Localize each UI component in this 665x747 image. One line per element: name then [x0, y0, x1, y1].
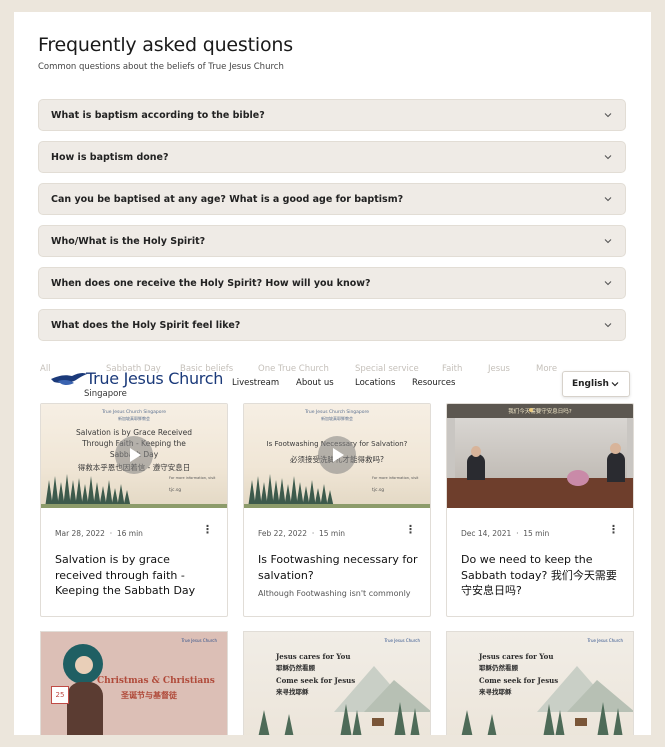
video-meta: Feb 22, 2022 · 15 min — [258, 529, 346, 538]
thumb-banner-text: 我们今天需要守安息日吗? — [508, 409, 572, 415]
faq-list: What is baptism according to the bible? … — [38, 99, 626, 351]
faq-question: Can you be baptised at any age? What is … — [51, 193, 404, 205]
video-meta: Dec 14, 2021 · 15 min — [461, 529, 550, 538]
video-card[interactable]: True Jesus Church Singapore 新加坡真耶稣教会 Sal… — [40, 403, 228, 617]
play-icon[interactable] — [115, 436, 153, 474]
mountain-forest-illustration — [258, 666, 430, 735]
faq-item-baptism-done[interactable]: How is baptism done? — [38, 141, 626, 173]
video-card[interactable]: True Jesus Church Jesus cares for You 耶稣… — [446, 631, 634, 735]
thumb-org: True Jesus Church Singapore — [304, 410, 370, 415]
thumb-org-cn: 新加坡真耶稣教会 — [321, 416, 353, 421]
video-date: Mar 28, 2022 — [55, 529, 105, 538]
video-description: Although Footwashing isn't commonly — [258, 589, 411, 598]
thumb-title-cn: 圣诞节与基督徒 — [121, 690, 177, 700]
play-icon[interactable] — [318, 436, 356, 474]
video-date: Feb 22, 2022 — [258, 529, 308, 538]
video-card[interactable]: True Jesus Church Singapore 新加坡真耶稣教会 Is … — [243, 403, 431, 617]
thumb-brand: True Jesus Church — [384, 638, 420, 643]
thumb-brand: True Jesus Church — [587, 638, 623, 643]
person-head — [610, 443, 621, 454]
video-duration: 15 min — [523, 529, 550, 538]
thumb-org: True Jesus Church Singapore — [101, 410, 167, 415]
dove-logo-icon[interactable] — [50, 370, 88, 390]
video-thumbnail[interactable]: 我们今天需要守安息日吗? — [447, 404, 633, 508]
faq-subtitle: Common questions about the beliefs of Tr… — [38, 62, 284, 72]
thumb-brand: True Jesus Church — [181, 638, 217, 643]
faq-question: What is baptism according to the bible? — [51, 109, 265, 121]
thumb-org-cn: 新加坡真耶稣教会 — [118, 416, 150, 421]
logo-text[interactable]: True Jesus Church — [86, 369, 223, 388]
chevron-down-icon — [604, 155, 612, 160]
thumb-title: Christmas & Christians — [97, 676, 215, 686]
video-duration: 15 min — [318, 529, 346, 538]
more-vertical-icon[interactable]: ⋮ — [608, 524, 619, 535]
video-title[interactable]: Salvation is by grace received through f… — [55, 552, 217, 599]
nav-link-resources[interactable]: Resources — [412, 378, 455, 388]
video-meta: Mar 28, 2022 · 16 min — [55, 529, 143, 538]
chevron-down-icon — [604, 113, 612, 118]
video-thumbnail[interactable]: True Jesus Church Singapore 新加坡真耶稣教会 Sal… — [41, 404, 227, 508]
video-card[interactable]: True Jesus Church Jesus cares for You 耶稣… — [243, 631, 431, 735]
faq-item-holy-spirit-feel[interactable]: What does the Holy Spirit feel like? — [38, 309, 626, 341]
person-standing — [607, 452, 625, 482]
page: Frequently asked questions Common questi… — [14, 12, 651, 735]
nav-bar: True Jesus Church Singapore Livestream A… — [14, 367, 651, 403]
mountain-forest-illustration — [461, 666, 633, 735]
calendar-icon: 25 — [51, 686, 69, 704]
faq-question: Who/What is the Holy Spirit? — [51, 235, 206, 247]
chevron-down-icon — [604, 197, 612, 202]
video-title[interactable]: Do we need to keep the Sabbath today? 我们… — [461, 552, 623, 599]
faq-question: When does one receive the Holy Spirit? H… — [51, 277, 371, 289]
person-head — [471, 446, 481, 457]
more-vertical-icon[interactable]: ⋮ — [405, 524, 416, 535]
language-select[interactable]: English — [562, 371, 630, 397]
faq-item-baptism-bible[interactable]: What is baptism according to the bible? — [38, 99, 626, 131]
faq-question: What does the Holy Spirit feel like? — [51, 319, 241, 331]
faq-item-receive-holy-spirit[interactable]: When does one receive the Holy Spirit? H… — [38, 267, 626, 299]
nav-link-about-us[interactable]: About us — [296, 378, 334, 388]
chevron-down-icon — [611, 382, 619, 387]
chevron-down-icon — [604, 239, 612, 244]
nav-link-livestream[interactable]: Livestream — [232, 378, 279, 388]
nav-link-locations[interactable]: Locations — [355, 378, 395, 388]
chevron-down-icon — [604, 323, 612, 328]
video-duration: 16 min — [116, 529, 143, 538]
person-seated — [467, 454, 485, 480]
video-title[interactable]: Is Footwashing necessary for salvation? — [258, 552, 420, 583]
chevron-down-icon — [604, 281, 612, 286]
video-date: Dec 14, 2021 — [461, 529, 512, 538]
faq-question: How is baptism done? — [51, 151, 169, 163]
video-card[interactable]: True Jesus Church 25 Christmas & Christi… — [40, 631, 228, 735]
person-face — [75, 656, 93, 674]
faq-title: Frequently asked questions — [38, 34, 293, 56]
faq-item-baptism-age[interactable]: Can you be baptised at any age? What is … — [38, 183, 626, 215]
language-label: English — [572, 379, 609, 389]
video-card[interactable]: 我们今天需要守安息日吗? Dec 14, 2021 · 15 min ⋮ Do … — [446, 403, 634, 617]
pulpit-area — [447, 478, 633, 508]
logo-subtitle: Singapore — [84, 389, 127, 399]
flower-arrangement — [567, 470, 589, 486]
faq-item-holy-spirit[interactable]: Who/What is the Holy Spirit? — [38, 225, 626, 257]
more-vertical-icon[interactable]: ⋮ — [202, 524, 213, 535]
lamp-icon — [529, 408, 533, 412]
person-figure — [67, 682, 103, 735]
video-thumbnail[interactable]: True Jesus Church Singapore 新加坡真耶稣教会 Is … — [244, 404, 430, 508]
